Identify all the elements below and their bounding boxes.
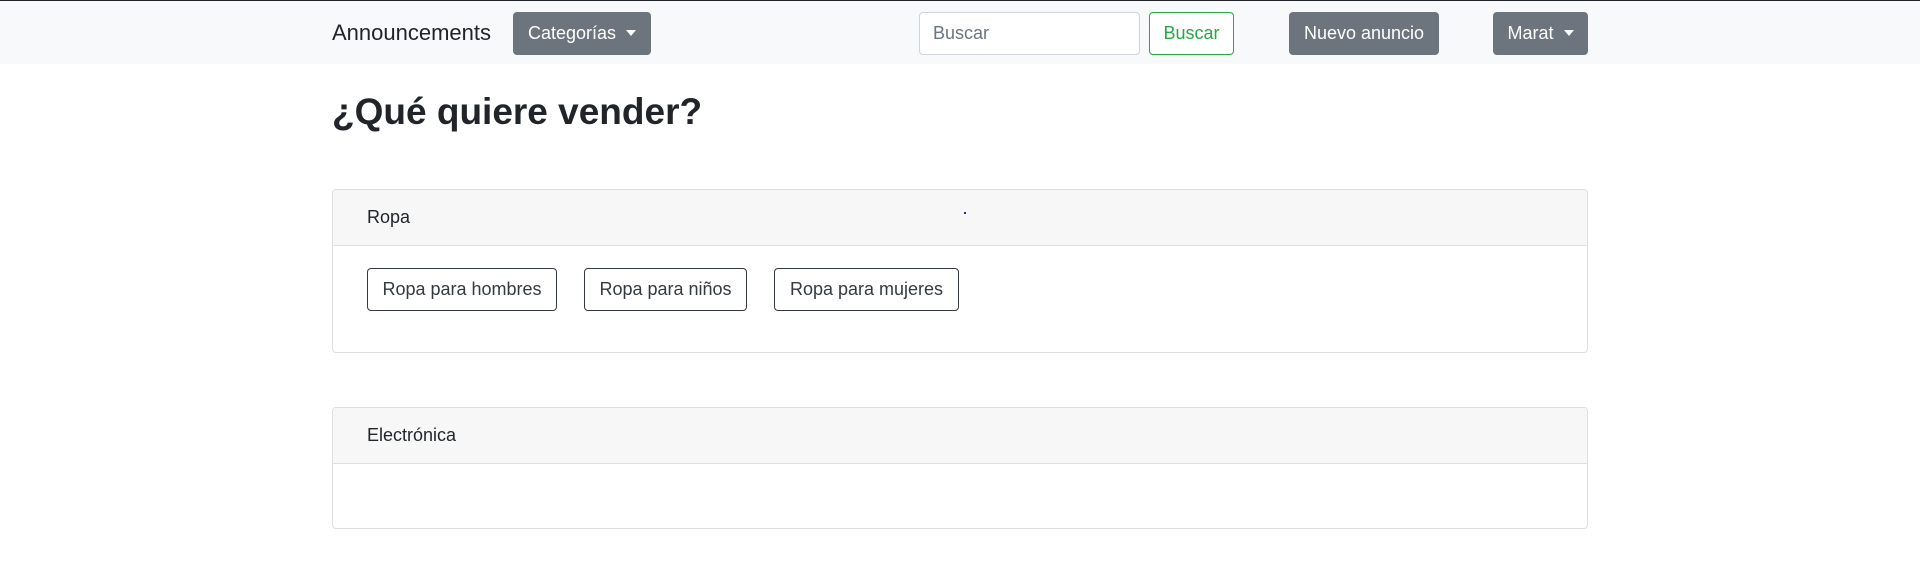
user-menu-label: Marat [1507, 23, 1554, 43]
navbar: Announcements Categorías Buscar Nuevo an… [0, 0, 1920, 64]
search-input[interactable] [919, 12, 1140, 55]
caret-down-icon [626, 29, 637, 36]
category-card-electronica: Electrónica [332, 407, 1588, 529]
stray-dot [964, 212, 966, 214]
categories-dropdown-button[interactable]: Categorías [513, 12, 651, 55]
category-card-ropa: Ropa Ropa para hombres Ropa para niños R… [332, 189, 1588, 353]
subcategory-button-men[interactable]: Ropa para hombres [367, 268, 557, 311]
subcategory-button-kids[interactable]: Ropa para niños [584, 268, 747, 311]
search-button[interactable]: Buscar [1149, 12, 1234, 55]
new-ad-button[interactable]: Nuevo anuncio [1289, 12, 1439, 55]
category-header-electronica: Electrónica [333, 408, 1587, 464]
categories-dropdown-label: Categorías [527, 23, 617, 43]
page-title: ¿Qué quiere vender? [332, 91, 703, 132]
category-header-ropa: Ropa [333, 190, 1587, 246]
caret-down-icon [1563, 29, 1574, 36]
subcategory-button-women[interactable]: Ropa para mujeres [774, 268, 959, 311]
user-menu-button[interactable]: Marat [1493, 12, 1588, 55]
brand-link[interactable]: Announcements [332, 20, 491, 46]
